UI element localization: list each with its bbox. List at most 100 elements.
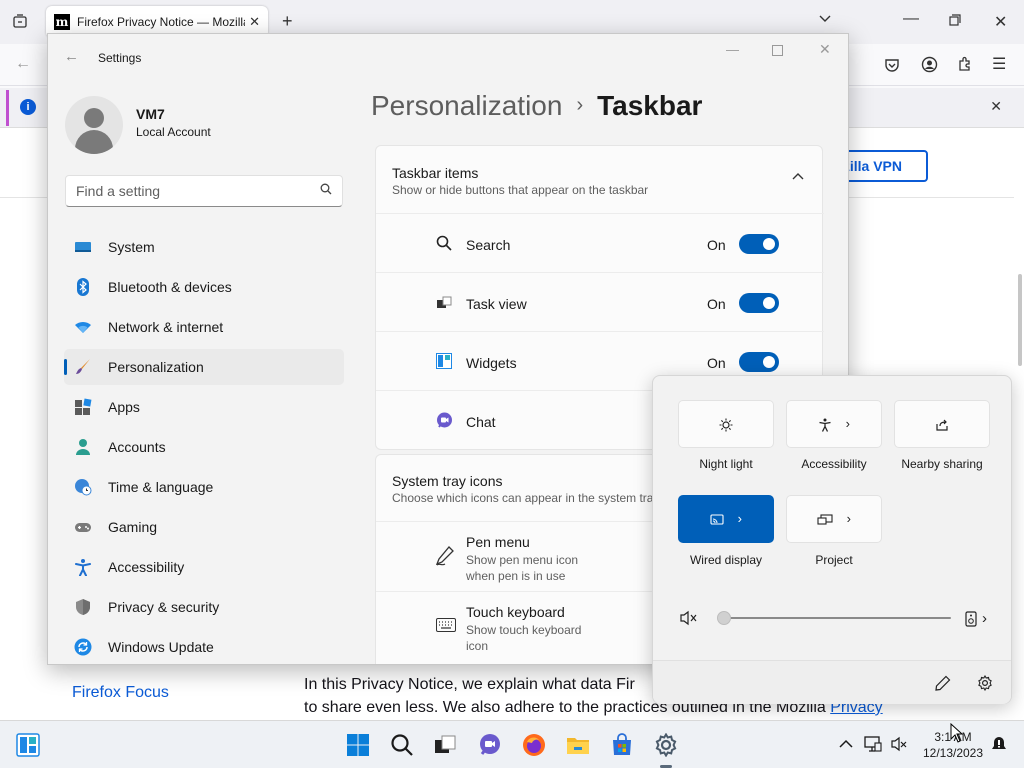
- accessibility-icon: [74, 558, 92, 577]
- nav-label: Accounts: [108, 439, 166, 455]
- back-arrow-icon[interactable]: ←: [64, 48, 79, 65]
- nav-item-privacy-security[interactable]: Privacy & security: [64, 589, 344, 625]
- chevron-right-icon[interactable]: ›: [982, 610, 987, 627]
- pen-icon: [435, 546, 454, 570]
- nav-item-time-language[interactable]: Time & language: [64, 469, 344, 505]
- menu-icon[interactable]: ☰: [992, 54, 1006, 74]
- minimize-icon[interactable]: —: [726, 42, 739, 57]
- chevron-up-icon[interactable]: [838, 736, 854, 752]
- close-icon[interactable]: ✕: [819, 41, 831, 58]
- close-tab-icon[interactable]: ✕: [249, 14, 260, 30]
- nav-item-accessibility[interactable]: Accessibility: [64, 549, 344, 585]
- store-icon[interactable]: [610, 733, 634, 757]
- tab-list-icon[interactable]: [12, 13, 28, 34]
- row-description: Show pen menu icon when pen is in use: [466, 553, 579, 583]
- nav-label: Accessibility: [108, 559, 185, 575]
- card-subtitle: Choose which icons can appear in the sys…: [392, 491, 654, 505]
- task-view-icon: [436, 295, 452, 315]
- user-name: VM7: [136, 106, 165, 122]
- project-tile[interactable]: ›: [786, 495, 882, 543]
- gear-icon[interactable]: [977, 674, 993, 696]
- quick-settings-panel: Night light › Accessibility Nearby shari…: [652, 375, 1012, 704]
- back-arrow-icon[interactable]: ←: [15, 55, 31, 73]
- mozilla-logo-icon: m: [54, 14, 70, 30]
- breadcrumb-parent[interactable]: Personalization: [371, 90, 562, 121]
- extensions-icon[interactable]: [957, 56, 973, 77]
- avatar-head: [84, 108, 104, 128]
- chevron-down-icon[interactable]: [818, 11, 832, 30]
- close-window-icon[interactable]: ✕: [994, 12, 1007, 32]
- search-icon: [436, 235, 452, 255]
- night-light-tile[interactable]: [678, 400, 774, 448]
- nav-item-windows-update[interactable]: Windows Update: [64, 629, 344, 664]
- accessibility-tile[interactable]: ›: [786, 400, 882, 448]
- nav-item-gaming[interactable]: Gaming: [64, 509, 344, 545]
- firefox-icon[interactable]: [522, 733, 546, 757]
- card-title: Taskbar items: [392, 165, 479, 181]
- card-subtitle: Show or hide buttons that appear on the …: [392, 183, 649, 197]
- volume-slider[interactable]: [717, 611, 955, 625]
- row-label: Widgets: [466, 355, 517, 371]
- tile-label: Night light: [699, 457, 753, 471]
- nav-item-bluetooth[interactable]: Bluetooth & devices: [64, 269, 344, 305]
- task-view-icon[interactable]: [433, 733, 457, 757]
- minimize-icon[interactable]: —: [903, 10, 919, 28]
- share-icon: [935, 416, 949, 431]
- wired-display-tile[interactable]: ›: [678, 495, 774, 543]
- nav-label: Windows Update: [108, 639, 214, 655]
- nav-item-system[interactable]: System: [64, 229, 344, 265]
- edit-pencil-icon[interactable]: [935, 675, 951, 696]
- chat-icon[interactable]: [478, 733, 502, 757]
- mozilla-vpn-button[interactable]: zilla VPN: [838, 150, 928, 182]
- account-icon[interactable]: [921, 56, 938, 78]
- keyboard-icon: [436, 618, 456, 636]
- search-toggle[interactable]: [739, 234, 779, 254]
- restore-icon[interactable]: [949, 13, 961, 31]
- toggle-state: On: [707, 296, 726, 312]
- apps-icon: [74, 398, 92, 416]
- tile-label: Nearby sharing: [901, 457, 983, 471]
- task-view-toggle[interactable]: [739, 293, 779, 313]
- search-icon[interactable]: [390, 733, 414, 757]
- widgets-icon[interactable]: [16, 733, 40, 757]
- quick-settings-footer: [653, 660, 1011, 704]
- settings-gear-icon[interactable]: [654, 732, 678, 758]
- shield-icon: [74, 598, 92, 616]
- notification-icon[interactable]: [990, 735, 1008, 753]
- notification-accent: [6, 90, 9, 126]
- nav-item-network[interactable]: Network & internet: [64, 309, 344, 345]
- maximize-icon[interactable]: [772, 44, 783, 59]
- info-icon: i: [20, 99, 36, 115]
- widgets-toggle[interactable]: [739, 352, 779, 372]
- firefox-focus-link[interactable]: Firefox Focus: [72, 684, 169, 702]
- globe-clock-icon: [74, 478, 92, 496]
- nav-label: Network & internet: [108, 319, 224, 335]
- start-windows-icon[interactable]: [346, 733, 370, 757]
- toggle-knob: [763, 356, 775, 368]
- chevron-up-icon[interactable]: [792, 170, 804, 186]
- chevron-right-icon: ›: [845, 416, 850, 431]
- file-explorer-icon[interactable]: [566, 733, 590, 757]
- tile-label: Accessibility: [801, 457, 867, 471]
- new-tab-icon[interactable]: +: [282, 11, 293, 32]
- volume-thumb[interactable]: [717, 611, 731, 625]
- avatar[interactable]: [65, 96, 123, 154]
- nav-label: Bluetooth & devices: [108, 279, 232, 295]
- network-icon[interactable]: [864, 735, 882, 753]
- nearby-sharing-tile[interactable]: [894, 400, 990, 448]
- nav-item-apps[interactable]: Apps: [64, 389, 344, 425]
- page-scrollbar[interactable]: [1018, 274, 1022, 366]
- speaker-device-icon[interactable]: [965, 611, 977, 632]
- volume-muted-icon[interactable]: [890, 735, 908, 753]
- find-setting-input[interactable]: Find a setting: [65, 175, 343, 207]
- clock-date[interactable]: 12/13/2023: [922, 746, 984, 760]
- volume-muted-icon[interactable]: [680, 610, 698, 631]
- nav-item-personalization[interactable]: Personalization: [64, 349, 344, 385]
- close-notification-icon[interactable]: ✕: [990, 98, 1002, 115]
- bluetooth-icon: [74, 278, 92, 296]
- avatar-body: [75, 130, 113, 154]
- pocket-icon[interactable]: [884, 57, 900, 78]
- nav-item-accounts[interactable]: Accounts: [64, 429, 344, 465]
- mouse-cursor-icon: [950, 722, 964, 748]
- brightness-icon: [719, 416, 733, 432]
